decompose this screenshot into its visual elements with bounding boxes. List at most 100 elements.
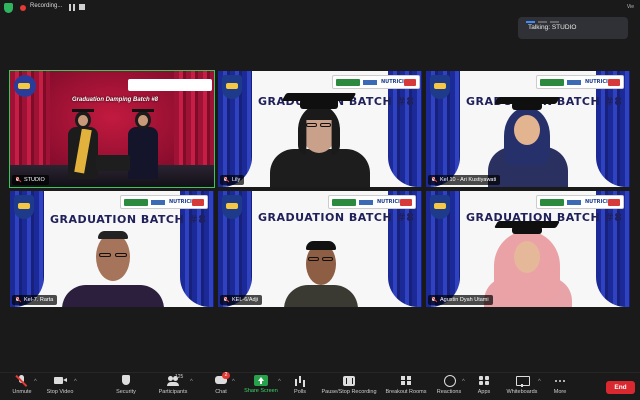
participants-options-caret-icon[interactable]: ^ (190, 379, 193, 385)
participant-name: STUDIO (24, 177, 45, 183)
chat-button[interactable]: 2 Chat (210, 372, 232, 399)
mortarboard-base (512, 102, 542, 110)
participant-head (96, 233, 130, 281)
whiteboards-options-caret-icon[interactable]: ^ (538, 379, 541, 385)
participants-count: 125 (175, 374, 184, 380)
whiteboards-button[interactable]: Whiteboards (505, 375, 539, 399)
video-tile-adji[interactable]: NUTRICIA GRADUATION BATCH #8 KEL-6/Adji (218, 191, 422, 307)
logo-badge-icon (222, 195, 242, 219)
presenter-right-face (138, 115, 148, 126)
encryption-shield-icon[interactable] (4, 3, 13, 13)
video-camera-icon (53, 375, 67, 387)
chat-options-caret-icon[interactable]: ^ (232, 379, 235, 385)
reactions-button[interactable]: Reactions (436, 375, 462, 399)
participants-icon: 125 (166, 374, 184, 387)
breakout-rooms-icon (399, 375, 413, 387)
logo-badge-icon (14, 195, 34, 219)
pause-recording-icon (342, 375, 356, 387)
muted-mic-icon (15, 177, 21, 183)
polls-button[interactable]: Polls (291, 375, 309, 399)
podium-table (96, 155, 130, 171)
glasses (322, 257, 333, 261)
participant-name: Kel 10 - Ari Kustiyawati (440, 177, 497, 183)
share-screen-button[interactable]: Share Screen (244, 375, 278, 399)
participant-body (62, 285, 164, 307)
whiteboards-label: Whiteboards (506, 389, 538, 395)
sponsor-logos: NUTRICIA (328, 195, 416, 209)
logo-badge-icon (430, 75, 450, 99)
unmute-button[interactable]: Unmute (8, 375, 36, 399)
video-tile-ari[interactable]: NUTRICIA GRADUATION BATCH #8 Kel 10 - Ar… (426, 71, 630, 187)
video-tile-studio[interactable]: Graduation Damping Batch #8 STUDIO (9, 70, 215, 188)
mortarboard-base (512, 226, 542, 234)
apps-button[interactable]: Apps (476, 375, 492, 399)
pause-recording-icon[interactable] (69, 4, 75, 11)
sponsor-logos: NUTRICIA (536, 75, 624, 89)
slide-title: GRADUATION BATCH #8 (50, 213, 207, 226)
more-button[interactable]: More (551, 375, 569, 399)
pause-stop-recording-button[interactable]: Pause/Stop Recording (321, 375, 377, 399)
reactions-options-caret-icon[interactable]: ^ (462, 379, 465, 385)
muted-mic-icon (431, 297, 437, 303)
video-tile-lily[interactable]: NUTRICIA GRADUATION BATCH #8 Lily (218, 71, 422, 187)
nameplate: KEL-6/Adji (220, 295, 262, 305)
glasses (320, 123, 331, 127)
stop-recording-icon[interactable] (79, 4, 85, 10)
meeting-toolbar: Unmute ^ Stop Video ^ Security 125 Parti… (0, 372, 640, 400)
breakout-rooms-button[interactable]: Breakout Rooms (386, 375, 426, 399)
apps-label: Apps (477, 389, 491, 395)
audio-options-caret-icon[interactable]: ^ (34, 379, 37, 385)
video-tile-rarta[interactable]: NUTRICIA GRADUATION BATCH #8 Kel-7. Rart… (10, 191, 214, 307)
muted-mic-icon (431, 177, 437, 183)
share-screen-icon (254, 375, 268, 386)
muted-mic-icon (15, 375, 29, 387)
end-meeting-button[interactable]: End (606, 381, 635, 394)
nameplate: Agustin Dyah Utami (428, 295, 493, 305)
participant-name: Lily (232, 177, 241, 183)
logo-badge-icon (14, 75, 36, 97)
video-options-caret-icon[interactable]: ^ (74, 379, 77, 385)
participant-body (270, 149, 370, 187)
apps-grid-icon (477, 375, 491, 387)
glasses (308, 257, 319, 261)
shield-icon (119, 375, 133, 387)
logo-badge-icon (222, 75, 242, 99)
presenter-right (128, 127, 158, 179)
participants-button[interactable]: 125 Participants (155, 374, 191, 399)
participants-label: Participants (158, 389, 188, 395)
polls-chart-icon (293, 375, 307, 387)
logo-badge-icon (430, 195, 450, 219)
chat-label: Chat (215, 389, 227, 395)
participant-head (514, 115, 540, 145)
nameplate: Kel-7. Rarta (12, 295, 58, 305)
presenter-left-face (78, 115, 88, 126)
stop-video-label: Stop Video (46, 389, 74, 395)
nameplate: Kel 10 - Ari Kustiyawati (428, 175, 501, 185)
stage-title: Graduation Damping Batch #8 (72, 97, 159, 103)
stop-video-button[interactable]: Stop Video (44, 375, 76, 399)
share-options-caret-icon[interactable]: ^ (278, 379, 281, 385)
slide-title: GRADUATION BATCH #8 (258, 211, 415, 224)
security-button[interactable]: Security (112, 375, 140, 399)
glasses (115, 253, 127, 257)
nameplate: STUDIO (12, 175, 49, 185)
sponsor-logos: NUTRICIA (332, 75, 420, 89)
muted-mic-icon (223, 177, 229, 183)
participant-hair (98, 231, 128, 239)
view-button[interactable]: Vie (627, 4, 634, 10)
participant-hair (306, 241, 336, 250)
sponsor-logos (128, 79, 212, 91)
talking-label: Talking: STUDIO (528, 24, 577, 31)
participant-body (284, 285, 358, 307)
participant-name: Kel-7. Rarta (24, 297, 54, 303)
zoom-meeting-window: Recording... Vie Talking: STUDIO Graduat… (0, 0, 640, 400)
muted-mic-icon (223, 297, 229, 303)
video-tile-agustin[interactable]: NUTRICIA GRADUATION BATCH #8 Agustin Dya… (426, 191, 630, 307)
nameplate: Lily (220, 175, 245, 185)
participant-name: KEL-6/Adji (232, 297, 258, 303)
participant-name: Agustin Dyah Utami (440, 297, 489, 303)
chat-bubble-icon: 2 (214, 372, 230, 387)
reactions-label: Reactions (436, 389, 462, 395)
breakout-rooms-label: Breakout Rooms (385, 389, 427, 395)
whiteboard-icon (515, 375, 530, 387)
